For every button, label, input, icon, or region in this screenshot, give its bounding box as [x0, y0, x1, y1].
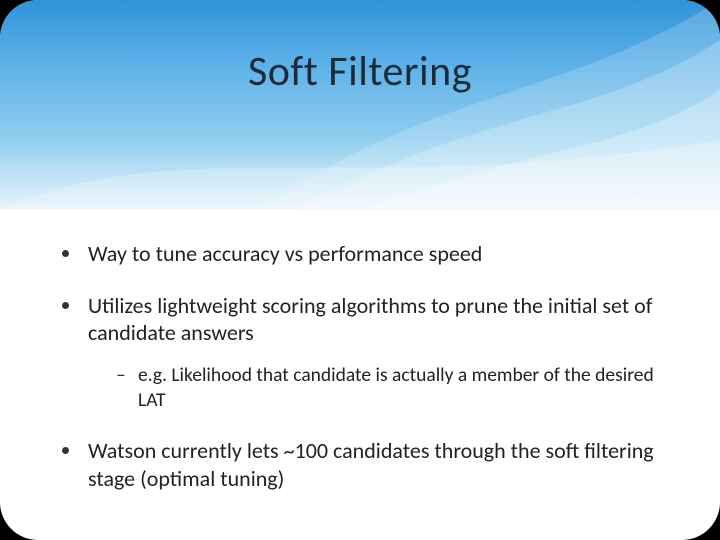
bullet-text: Utilizes lightweight scoring algorithms …	[88, 292, 652, 347]
list-item: Way to tune accuracy vs performance spee…	[62, 240, 672, 268]
wave-decoration	[0, 0, 720, 210]
sub-bullet-list: e.g. Likelihood that candidate is actual…	[116, 363, 672, 414]
slide-header: Soft Filtering	[0, 0, 720, 210]
bullet-text: Way to tune accuracy vs performance spee…	[88, 240, 482, 267]
slide: Soft Filtering Way to tune accuracy vs p…	[0, 0, 720, 540]
bullet-text: Watson currently lets ~100 candidates th…	[88, 437, 654, 492]
slide-content: Way to tune accuracy vs performance spee…	[0, 210, 720, 492]
slide-title: Soft Filtering	[0, 46, 720, 97]
list-item: Utilizes lightweight scoring algorithms …	[62, 292, 672, 414]
bullet-list: Way to tune accuracy vs performance spee…	[62, 240, 672, 492]
sub-list-item: e.g. Likelihood that candidate is actual…	[116, 363, 672, 414]
list-item: Watson currently lets ~100 candidates th…	[62, 437, 672, 492]
sub-bullet-text: e.g. Likelihood that candidate is actual…	[138, 363, 654, 412]
